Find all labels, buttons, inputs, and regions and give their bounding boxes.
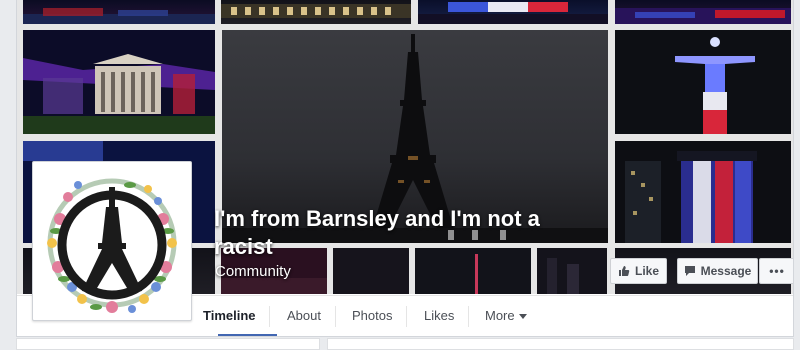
message-label: Message: [700, 264, 752, 278]
thumbs-up-icon: [618, 265, 630, 277]
skyline-image: [615, 8, 791, 24]
cover-tile-christ-redeemer: [615, 30, 791, 134]
like-label: Like: [634, 264, 659, 278]
lower-section-edge-left: [16, 338, 320, 350]
cover-tile-top-1: [23, 0, 215, 24]
message-icon: [684, 265, 696, 277]
lit-hall-image: [23, 30, 215, 134]
active-tab-indicator: [218, 334, 277, 336]
tab-separator: [406, 306, 407, 327]
tab-separator: [468, 306, 469, 327]
cover-tile-top-4: [615, 0, 791, 24]
page-category[interactable]: Community: [215, 263, 291, 280]
cover-tile-lit-hall: [23, 30, 215, 134]
caret-down-icon: [518, 313, 527, 319]
christ-statue-image: [615, 30, 791, 134]
tab-about[interactable]: About: [287, 296, 321, 336]
tab-likes[interactable]: Likes: [424, 296, 454, 336]
tricolor-lights-image: [418, 2, 608, 24]
tab-timeline[interactable]: Timeline: [203, 296, 256, 336]
cover-tile-lit-tower: [615, 141, 791, 243]
page-title[interactable]: I'm from Barnsley and I'm not a racist: [214, 205, 604, 261]
profile-picture-frame[interactable]: [32, 161, 192, 321]
peace-for-paris-logo: [47, 178, 177, 313]
lit-building-image: [221, 4, 411, 18]
city-lights-image: [23, 8, 215, 24]
cover-tile-top-3: [418, 0, 608, 24]
lit-tower-image: [615, 141, 791, 243]
tab-separator: [335, 306, 336, 327]
more-actions-button[interactable]: •••: [759, 258, 793, 284]
message-button[interactable]: Message: [677, 258, 758, 284]
tab-more[interactable]: More: [485, 296, 527, 336]
tab-more-label: More: [485, 308, 515, 323]
page-header-card: I'm from Barnsley and I'm not a racist C…: [16, 0, 794, 337]
profile-picture[interactable]: [38, 167, 186, 315]
like-button[interactable]: Like: [610, 258, 667, 284]
lower-section-edge-right: [327, 338, 794, 350]
tab-separator: [269, 306, 270, 327]
tab-photos[interactable]: Photos: [352, 296, 392, 336]
more-actions-label: •••: [769, 264, 785, 278]
cover-tile-top-2: [221, 0, 411, 24]
